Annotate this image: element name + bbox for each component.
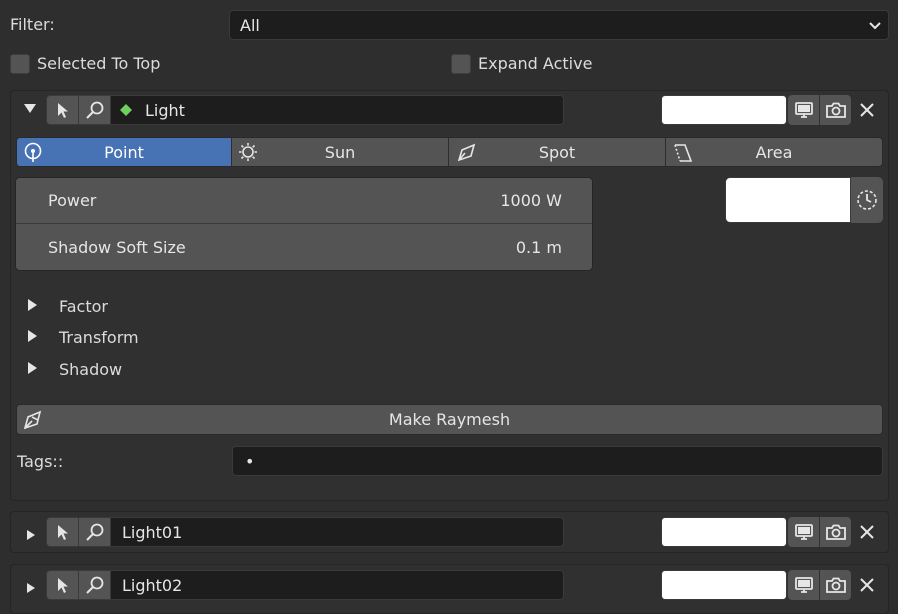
light02-name: Light02 <box>122 575 183 595</box>
type-sun-button[interactable]: Sun <box>232 138 449 166</box>
selected-to-top-checkbox[interactable] <box>10 54 30 74</box>
subpanel-transform[interactable]: Transform <box>59 328 139 348</box>
light01-name: Light01 <box>122 522 183 542</box>
spot-light-icon <box>455 142 477 166</box>
viewport-toggle[interactable] <box>788 95 819 125</box>
shadow-soft-size-value: 0.1 m <box>515 238 562 257</box>
subpanel-factor[interactable]: Factor <box>59 297 108 317</box>
expand-arrow-icon[interactable] <box>26 579 36 598</box>
shadow-soft-size-field[interactable]: Shadow Soft Size 0.1 m <box>16 224 592 270</box>
close-icon[interactable] <box>858 99 876 125</box>
search-icon <box>85 576 103 594</box>
select-cursor-button[interactable] <box>47 518 79 546</box>
light01-name-field[interactable]: Light01 <box>111 518 563 546</box>
close-icon[interactable] <box>858 574 876 600</box>
power-field[interactable]: Power 1000 W <box>16 178 592 224</box>
viewport-toggle[interactable] <box>788 517 819 547</box>
find-button[interactable] <box>79 96 111 124</box>
history-icon <box>857 190 877 210</box>
cursor-icon <box>57 525 68 540</box>
expand-arrow-icon[interactable] <box>26 526 36 545</box>
point-light-icon <box>23 142 45 166</box>
light01-header: Light01 <box>46 517 564 547</box>
light-object-icon <box>120 104 132 116</box>
selected-to-top-label: Selected To Top <box>37 54 161 73</box>
find-button[interactable] <box>79 518 111 546</box>
power-value: 1000 W <box>500 191 562 210</box>
type-point-button[interactable]: Point <box>17 138 232 166</box>
cursor-icon <box>57 103 68 118</box>
filter-label: Filter: <box>10 15 55 34</box>
render-toggle[interactable] <box>820 95 851 125</box>
light-header: Light <box>46 95 564 125</box>
light-name: Light <box>145 100 185 120</box>
subpanel-shadow[interactable]: Shadow <box>59 360 122 380</box>
collapse-arrow-icon[interactable] <box>24 104 36 113</box>
light01-color-swatch[interactable] <box>661 517 787 547</box>
tags-value: • <box>245 451 255 471</box>
make-raymesh-button[interactable]: Make Raymesh <box>16 404 883 435</box>
light-properties: Power 1000 W Shadow Soft Size 0.1 m <box>15 177 593 271</box>
make-raymesh-label: Make Raymesh <box>388 410 511 429</box>
filter-value: All <box>240 15 260 35</box>
search-icon <box>85 101 103 119</box>
find-button[interactable] <box>79 571 111 599</box>
chevron-down-icon <box>868 17 882 36</box>
tags-label: Tags:: <box>17 452 64 471</box>
camera-icon <box>825 524 846 540</box>
monitor-icon <box>794 102 813 118</box>
expand-active-checkbox[interactable] <box>451 54 471 74</box>
light02-header: Light02 <box>46 570 564 600</box>
monitor-icon <box>794 577 813 593</box>
render-toggle[interactable] <box>820 517 851 547</box>
type-area-button[interactable]: Area <box>666 138 882 166</box>
expand-arrow-icon[interactable] <box>28 362 37 374</box>
area-light-icon <box>672 142 694 166</box>
expand-arrow-icon[interactable] <box>28 299 37 311</box>
type-spot-button[interactable]: Spot <box>449 138 666 166</box>
raymesh-icon <box>22 409 46 435</box>
search-icon <box>85 523 103 541</box>
filter-dropdown[interactable]: All <box>229 10 889 40</box>
select-cursor-button[interactable] <box>47 96 79 124</box>
camera-icon <box>825 577 846 593</box>
light-type-selector: Point Sun Spot Area <box>16 137 883 167</box>
render-toggle[interactable] <box>820 570 851 600</box>
history-button[interactable] <box>851 177 883 223</box>
monitor-icon <box>794 524 813 540</box>
light-color-field[interactable] <box>725 177 851 223</box>
light02-name-field[interactable]: Light02 <box>111 571 563 599</box>
expand-active-label: Expand Active <box>478 54 593 73</box>
expand-arrow-icon[interactable] <box>28 330 37 342</box>
cursor-icon <box>57 578 68 593</box>
select-cursor-button[interactable] <box>47 571 79 599</box>
viewport-toggle[interactable] <box>788 570 819 600</box>
camera-icon <box>825 102 846 118</box>
power-label: Power <box>48 191 97 210</box>
close-icon[interactable] <box>858 521 876 547</box>
light-name-field[interactable]: Light <box>111 96 563 124</box>
shadow-soft-size-label: Shadow Soft Size <box>48 238 186 257</box>
sun-icon <box>238 142 260 166</box>
light-color-swatch[interactable] <box>661 95 787 125</box>
tags-field[interactable]: • <box>232 446 883 476</box>
light02-color-swatch[interactable] <box>661 570 787 600</box>
